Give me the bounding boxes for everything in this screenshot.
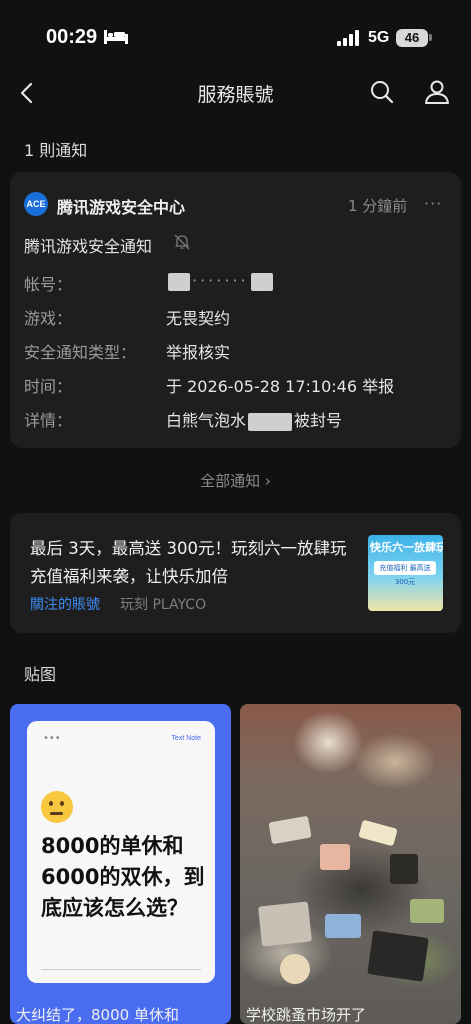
redacted-block: [168, 272, 190, 291]
muted-bell-icon: [174, 234, 190, 250]
network-type: 5G: [368, 29, 390, 46]
details-suffix: 被封号: [294, 411, 343, 430]
posts-section-title: 贴图: [24, 665, 57, 684]
promo-text: 最后 3天，最高送 300元！玩刻六一放肆玩充值福利来袭，让快乐加倍: [30, 539, 347, 586]
redacted-block: [248, 412, 293, 431]
details-prefix: 白熊气泡水: [166, 411, 247, 430]
post-headline: 8000的单休和6000的双休，到底应该怎么选？: [41, 834, 205, 920]
notice-row-time: 时间： 于 2026-05-28 17:10:46 举报: [24, 373, 454, 397]
row-key: 安全通知类型：: [24, 343, 137, 362]
account-value-redacted: ·······: [166, 271, 275, 291]
post-card[interactable]: 学校跳蚤市场开了: [240, 704, 461, 1024]
notice-row-type: 安全通知类型： 举报核实: [24, 339, 454, 363]
row-key: 详情：: [24, 411, 73, 430]
followed-account-tag[interactable]: 關注的賬號: [30, 594, 100, 614]
status-time: 00:29: [46, 26, 98, 48]
row-value: 无畏契约: [166, 309, 231, 328]
notification-card[interactable]: ACE 腾讯游戏安全中心 1 分鐘前 ··· 腾讯游戏安全通知 帐号： ····…: [10, 172, 461, 448]
page-title: 服務賬號: [197, 84, 274, 106]
thumb-subtitle: 充值福利 最高送300元: [374, 561, 436, 586]
promo-thumbnail: 快乐六一放肆玩 充值福利 最高送300元: [368, 535, 443, 611]
post-caption: 学校跳蚤市场开了: [246, 1006, 367, 1024]
post-caption: 大纠结了，8000 单休和: [16, 1006, 179, 1024]
redacted-block: [250, 272, 273, 291]
promo-source: 玩刻 PLAYCO: [120, 597, 207, 613]
status-bar: 00:29 5G 46: [0, 0, 471, 70]
notice-row-account: 帐号： ·······: [24, 271, 454, 295]
divider: [41, 969, 201, 970]
more-options-icon[interactable]: ···: [424, 194, 442, 213]
profile-icon[interactable]: [423, 78, 451, 106]
cellular-signal-icon: [337, 30, 359, 46]
thumb-title: 快乐六一放肆玩: [370, 541, 443, 554]
thinking-face-icon: [41, 791, 73, 823]
all-notifications-link[interactable]: 全部通知 ›: [0, 470, 471, 491]
sender-logo-icon: ACE: [24, 192, 48, 216]
notice-row-details: 详情： 白熊气泡水 被封号: [24, 407, 454, 431]
notice-title: 腾讯游戏安全通知: [24, 237, 153, 256]
promo-card[interactable]: 最后 3天，最高送 300元！玩刻六一放肆玩充值福利来袭，让快乐加倍 關注的賬號…: [10, 513, 461, 633]
details-value: 白熊气泡水 被封号: [166, 407, 342, 431]
card-tag: Text Note: [171, 735, 201, 742]
sleep-mode-icon: [104, 30, 128, 44]
post-card[interactable]: ••• Text Note 8000的单休和6000的双休，到底应该怎么选？ 大…: [10, 704, 231, 1024]
nav-bar: 服務賬號: [0, 70, 471, 116]
row-value: 于 2026-05-28 17:10:46 举报: [166, 377, 395, 396]
card-dots: •••: [43, 733, 61, 744]
row-value: 举报核实: [166, 343, 231, 362]
notice-row-game: 游戏： 无畏契约: [24, 305, 454, 329]
row-key: 帐号：: [24, 275, 73, 294]
notice-timestamp: 1 分鐘前: [348, 197, 408, 215]
row-key: 时间：: [24, 377, 73, 396]
row-key: 游戏：: [24, 309, 73, 328]
search-icon[interactable]: [368, 78, 396, 106]
post-photo: [240, 704, 461, 1024]
post-image: ••• Text Note 8000的单休和6000的双休，到底应该怎么选？: [27, 721, 215, 983]
sender-name: 腾讯游戏安全中心: [57, 198, 186, 217]
battery-icon: 46: [396, 29, 428, 47]
notifications-count: 1 則通知: [24, 141, 88, 160]
battery-tip: [429, 34, 432, 41]
